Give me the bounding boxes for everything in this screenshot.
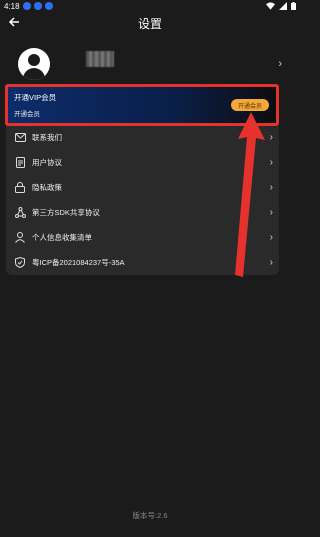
username-redacted bbox=[86, 51, 114, 67]
menu-item-label: 粤ICP备2021084237号-35A bbox=[32, 258, 125, 267]
mail-icon bbox=[14, 132, 26, 144]
menu-item-personal-info[interactable]: 个人信息收集清单 › bbox=[6, 225, 279, 250]
chevron-right-icon: › bbox=[269, 257, 273, 268]
settings-menu: 联系我们 › 用户协议 › 隐私政策 › 第三方SDK共享协议 › 个人信息收集… bbox=[6, 125, 279, 275]
chevron-right-icon: › bbox=[269, 157, 273, 168]
settings-card: 开通VIP会员 开通会员 开通会员 联系我们 › 用户协议 › 隐私政策 › 第… bbox=[6, 85, 279, 275]
menu-item-contact[interactable]: 联系我们 › bbox=[6, 125, 279, 150]
menu-item-icp[interactable]: 粤ICP备2021084237号-35A › bbox=[6, 250, 279, 275]
version-text: 版本号:2.6 bbox=[132, 511, 168, 520]
back-arrow-icon bbox=[8, 17, 19, 27]
wifi-icon bbox=[266, 2, 275, 10]
notification-icon bbox=[44, 2, 53, 10]
chevron-right-icon: › bbox=[269, 232, 273, 243]
menu-item-label: 隐私政策 bbox=[32, 183, 62, 192]
chevron-right-icon: › bbox=[269, 132, 273, 143]
profile-row[interactable]: › bbox=[0, 40, 300, 88]
battery-icon bbox=[291, 2, 296, 10]
notification-icon bbox=[33, 2, 42, 10]
chevron-right-icon: › bbox=[278, 58, 282, 70]
share-icon bbox=[14, 207, 26, 219]
lock-icon bbox=[14, 182, 26, 194]
user-icon bbox=[14, 232, 26, 244]
open-vip-button[interactable]: 开通会员 bbox=[231, 99, 269, 111]
notification-icon bbox=[22, 2, 31, 10]
avatar bbox=[18, 48, 50, 80]
signal-icon bbox=[279, 2, 287, 10]
page-title: 设置 bbox=[137, 16, 162, 31]
app-header: 设置 bbox=[0, 10, 300, 36]
chevron-right-icon: › bbox=[269, 207, 273, 218]
shield-check-icon bbox=[14, 257, 26, 269]
vip-banner[interactable]: 开通VIP会员 开通会员 开通会员 bbox=[6, 85, 279, 125]
back-button[interactable] bbox=[6, 14, 22, 30]
document-icon bbox=[14, 157, 26, 169]
menu-item-label: 第三方SDK共享协议 bbox=[32, 208, 100, 217]
menu-item-label: 个人信息收集清单 bbox=[32, 233, 92, 242]
menu-item-privacy[interactable]: 隐私政策 › bbox=[6, 175, 279, 200]
menu-item-sdk-sharing[interactable]: 第三方SDK共享协议 › bbox=[6, 200, 279, 225]
menu-item-label: 用户协议 bbox=[32, 158, 62, 167]
menu-item-user-agreement[interactable]: 用户协议 › bbox=[6, 150, 279, 175]
menu-item-label: 联系我们 bbox=[32, 133, 62, 142]
chevron-right-icon: › bbox=[269, 182, 273, 193]
